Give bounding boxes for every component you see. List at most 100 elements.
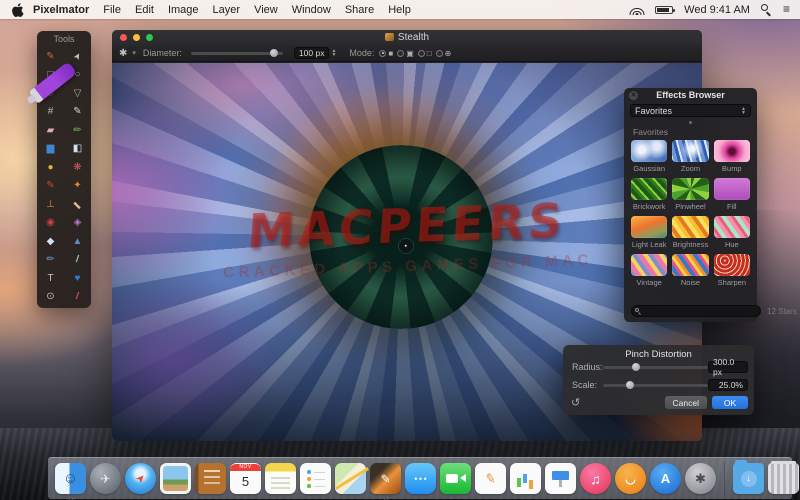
- mode-radio-subtract[interactable]: [417, 49, 425, 57]
- dock-contacts-icon[interactable]: [195, 463, 226, 494]
- effect-noise-thumbnail[interactable]: [672, 254, 709, 276]
- dock-itunes-icon[interactable]: ♫: [580, 463, 611, 494]
- dock-pixelmator-icon[interactable]: ✎: [370, 463, 401, 500]
- dock-numbers-icon[interactable]: [510, 463, 541, 494]
- effect-zoom[interactable]: Zoom: [672, 140, 709, 175]
- dock-finder-icon[interactable]: ☺: [55, 463, 86, 500]
- effect-gaussian-thumbnail[interactable]: [631, 140, 668, 162]
- tool-blue-pencil[interactable]: ✏: [37, 251, 64, 270]
- wifi-icon[interactable]: [629, 4, 645, 15]
- menu-item-edit[interactable]: Edit: [135, 4, 154, 16]
- diameter-slider[interactable]: [190, 49, 283, 57]
- tool-brush[interactable]: ✎: [37, 177, 64, 196]
- tool-smudge[interactable]: /: [64, 251, 91, 270]
- effect-noise[interactable]: Noise: [672, 254, 709, 289]
- effects-search-input[interactable]: [631, 305, 761, 317]
- tool-drop[interactable]: ◆: [37, 232, 64, 251]
- tool-zoom-tool[interactable]: ⊙: [37, 288, 64, 307]
- menu-item-file[interactable]: File: [103, 4, 121, 16]
- dock-facetime-icon[interactable]: [440, 463, 471, 494]
- dock-messages-icon[interactable]: ⋯: [405, 463, 436, 494]
- scale-slider[interactable]: [603, 381, 708, 389]
- effect-pinwheel-thumbnail[interactable]: [672, 178, 709, 200]
- tool-paint-bucket[interactable]: ◧: [64, 140, 91, 159]
- tool-eraser[interactable]: ▰: [37, 121, 64, 140]
- effect-zoom-thumbnail[interactable]: [672, 140, 709, 162]
- window-titlebar[interactable]: Stealth: [112, 30, 702, 45]
- menu-item-window[interactable]: Window: [292, 4, 331, 16]
- scale-value-field[interactable]: 25.0%: [708, 379, 748, 391]
- reset-icon[interactable]: ↺: [571, 397, 580, 408]
- dock-maps-icon[interactable]: [335, 463, 366, 494]
- gear-icon[interactable]: ✱: [119, 48, 127, 59]
- effect-fill[interactable]: Fill: [713, 178, 750, 213]
- mode-radio-intersect[interactable]: [435, 49, 443, 57]
- dock-pages-icon[interactable]: ✎: [475, 463, 506, 494]
- notification-center-icon[interactable]: ≡: [783, 3, 790, 15]
- menu-item-layer[interactable]: Layer: [213, 4, 241, 16]
- tool-bandage[interactable]: ▬: [64, 195, 91, 214]
- tool-patch[interactable]: ◈: [64, 214, 91, 233]
- cancel-button[interactable]: Cancel: [664, 396, 707, 409]
- apple-menu[interactable]: [12, 2, 25, 17]
- menu-item-view[interactable]: View: [254, 4, 278, 16]
- tool-pencil[interactable]: ✏: [64, 121, 91, 140]
- dock-downloads-icon[interactable]: ↓: [733, 460, 764, 494]
- tool-slice[interactable]: /: [64, 288, 91, 307]
- radius-slider[interactable]: [603, 363, 708, 371]
- battery-icon[interactable]: [655, 5, 676, 14]
- effect-vintage[interactable]: Vintage: [631, 254, 668, 289]
- menu-item-share[interactable]: Share: [345, 4, 374, 16]
- effect-pinwheel[interactable]: Pinwheel: [672, 178, 709, 213]
- tool-eyedropper[interactable]: ✎: [64, 103, 91, 122]
- effect-gaussian[interactable]: Gaussian: [631, 140, 668, 175]
- dock-sysprefs-icon[interactable]: ✱: [685, 463, 716, 494]
- tool-crop[interactable]: #: [37, 103, 64, 122]
- tool-heart[interactable]: ♥: [64, 269, 91, 288]
- dock-calendar-icon[interactable]: NOV 5: [230, 463, 261, 494]
- ok-button[interactable]: OK: [712, 396, 748, 409]
- effect-lightleak[interactable]: Light Leak: [631, 216, 668, 251]
- tool-type[interactable]: T: [37, 269, 64, 288]
- tool-ellipse-shape[interactable]: ●: [37, 158, 64, 177]
- radius-value-field[interactable]: 300.0 px: [708, 357, 748, 377]
- dock-notes-icon[interactable]: [265, 463, 296, 494]
- panel-close-icon[interactable]: ✕: [629, 91, 638, 100]
- minimize-button[interactable]: [133, 34, 140, 41]
- panel-handle[interactable]: [689, 121, 692, 124]
- tool-shape[interactable]: ▆: [37, 140, 64, 159]
- effect-lightleak-thumbnail[interactable]: [631, 216, 668, 238]
- zoom-button[interactable]: [146, 34, 153, 41]
- diameter-stepper[interactable]: ▲ ▼: [331, 49, 336, 58]
- dock-appstore-icon[interactable]: A: [650, 463, 681, 494]
- effect-brickwork[interactable]: Brickwork: [631, 178, 668, 213]
- close-button[interactable]: [120, 34, 127, 41]
- effect-vintage-thumbnail[interactable]: [631, 254, 668, 276]
- tool-spray[interactable]: ❋: [64, 158, 91, 177]
- mode-option-subtract[interactable]: □: [417, 49, 432, 58]
- effect-bump[interactable]: Bump: [713, 140, 750, 175]
- effect-bump-thumbnail[interactable]: [713, 140, 750, 162]
- mode-option-add[interactable]: ▣: [397, 49, 414, 58]
- effects-browser-titlebar[interactable]: ✕ Effects Browser: [624, 88, 757, 102]
- menu-app-name[interactable]: Pixelmator: [33, 4, 89, 16]
- dock-reminders-icon[interactable]: [300, 463, 331, 494]
- tool-stamp[interactable]: ⊥: [37, 195, 64, 214]
- tool-paint[interactable]: ✎: [37, 47, 64, 66]
- diameter-value-field[interactable]: 100 px: [293, 47, 330, 59]
- menu-item-image[interactable]: Image: [168, 4, 199, 16]
- effect-hue-thumbnail[interactable]: [713, 216, 750, 238]
- tool-poly-lasso[interactable]: ▽: [64, 84, 91, 103]
- tool-sharpen-tool[interactable]: ▲: [64, 232, 91, 251]
- effects-category-dropdown[interactable]: Favorites ▲ ▼: [630, 104, 751, 117]
- mode-option-intersect[interactable]: ⊕: [435, 49, 451, 58]
- mode-radio-normal[interactable]: [379, 49, 387, 57]
- effect-brightness[interactable]: Brightness: [672, 216, 709, 251]
- menu-clock[interactable]: Wed 9:41 AM: [684, 4, 750, 16]
- spotlight-icon[interactable]: [760, 4, 772, 15]
- effect-hue[interactable]: Hue: [713, 216, 750, 251]
- effect-sharpen-thumbnail[interactable]: [713, 254, 750, 276]
- menu-item-help[interactable]: Help: [388, 4, 411, 16]
- dock-launchpad-icon[interactable]: ✈: [90, 463, 121, 494]
- tool-red-eye[interactable]: ◉: [37, 214, 64, 233]
